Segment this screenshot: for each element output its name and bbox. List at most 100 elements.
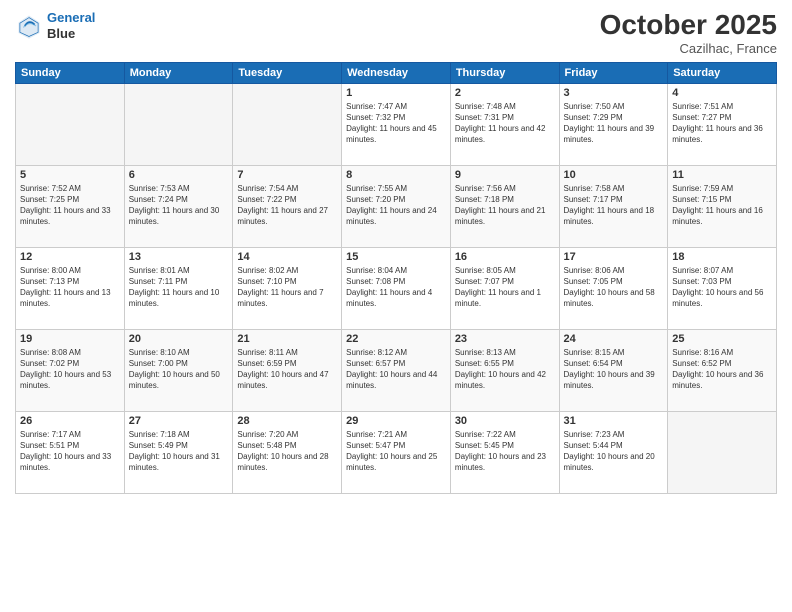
day-info: Sunrise: 7:54 AM Sunset: 7:22 PM Dayligh… <box>237 183 337 228</box>
day-info: Sunrise: 7:18 AM Sunset: 5:49 PM Dayligh… <box>129 429 229 474</box>
day-info: Sunrise: 7:20 AM Sunset: 5:48 PM Dayligh… <box>237 429 337 474</box>
day-number: 7 <box>237 169 337 181</box>
day-info: Sunrise: 7:53 AM Sunset: 7:24 PM Dayligh… <box>129 183 229 228</box>
day-info: Sunrise: 7:21 AM Sunset: 5:47 PM Dayligh… <box>346 429 446 474</box>
day-info: Sunrise: 8:06 AM Sunset: 7:05 PM Dayligh… <box>564 265 664 310</box>
day-number: 2 <box>455 87 555 99</box>
day-info: Sunrise: 7:22 AM Sunset: 5:45 PM Dayligh… <box>455 429 555 474</box>
day-number: 26 <box>20 415 120 427</box>
day-number: 11 <box>672 169 772 181</box>
week-row-4: 19 Sunrise: 8:08 AM Sunset: 7:02 PM Dayli… <box>16 329 777 411</box>
day-header-monday: Monday <box>124 62 233 83</box>
day-info: Sunrise: 8:02 AM Sunset: 7:10 PM Dayligh… <box>237 265 337 310</box>
calendar-cell: 8 Sunrise: 7:55 AM Sunset: 7:20 PM Daylig… <box>342 165 451 247</box>
day-number: 8 <box>346 169 446 181</box>
day-header-sunday: Sunday <box>16 62 125 83</box>
calendar-cell: 26Sunrise: 7:17 AM Sunset: 5:51 PM Dayli… <box>16 411 125 493</box>
day-number: 14 <box>237 251 337 263</box>
calendar-cell <box>668 411 777 493</box>
calendar-cell: 22 Sunrise: 8:12 AM Sunset: 6:57 PM Dayli… <box>342 329 451 411</box>
day-number: 30 <box>455 415 555 427</box>
day-header-thursday: Thursday <box>450 62 559 83</box>
title-block: October 2025 Cazilhac, France <box>600 10 777 56</box>
day-header-wednesday: Wednesday <box>342 62 451 83</box>
calendar-cell: 23 Sunrise: 8:13 AM Sunset: 6:55 PM Dayli… <box>450 329 559 411</box>
day-info: Sunrise: 8:11 AM Sunset: 6:59 PM Dayligh… <box>237 347 337 392</box>
day-number: 16 <box>455 251 555 263</box>
header: General Blue October 2025 Cazilhac, Fran… <box>15 10 777 56</box>
calendar-cell: 1 Sunrise: 7:47 AM Sunset: 7:32 PM Daylig… <box>342 83 451 165</box>
page: General Blue October 2025 Cazilhac, Fran… <box>0 0 792 612</box>
day-info: Sunrise: 7:56 AM Sunset: 7:18 PM Dayligh… <box>455 183 555 228</box>
day-number: 1 <box>346 87 446 99</box>
day-number: 15 <box>346 251 446 263</box>
day-number: 9 <box>455 169 555 181</box>
day-info: Sunrise: 7:52 AM Sunset: 7:25 PM Dayligh… <box>20 183 120 228</box>
calendar-cell: 14 Sunrise: 8:02 AM Sunset: 7:10 PM Dayli… <box>233 247 342 329</box>
day-number: 23 <box>455 333 555 345</box>
day-number: 4 <box>672 87 772 99</box>
day-info: Sunrise: 8:16 AM Sunset: 6:52 PM Dayligh… <box>672 347 772 392</box>
day-header-tuesday: Tuesday <box>233 62 342 83</box>
day-info: Sunrise: 8:04 AM Sunset: 7:08 PM Dayligh… <box>346 265 446 310</box>
day-number: 6 <box>129 169 229 181</box>
day-number: 17 <box>564 251 664 263</box>
day-number: 25 <box>672 333 772 345</box>
logo-icon <box>15 12 43 40</box>
day-info: Sunrise: 8:15 AM Sunset: 6:54 PM Dayligh… <box>564 347 664 392</box>
calendar-cell: 30 Sunrise: 7:22 AM Sunset: 5:45 PM Dayli… <box>450 411 559 493</box>
calendar-cell: 18Sunrise: 8:07 AM Sunset: 7:03 PM Dayli… <box>668 247 777 329</box>
day-number: 5 <box>20 169 120 181</box>
calendar-cell: 19 Sunrise: 8:08 AM Sunset: 7:02 PM Dayli… <box>16 329 125 411</box>
week-row-2: 5 Sunrise: 7:52 AM Sunset: 7:25 PM Daylig… <box>16 165 777 247</box>
calendar-cell: 7 Sunrise: 7:54 AM Sunset: 7:22 PM Daylig… <box>233 165 342 247</box>
week-row-1: 1 Sunrise: 7:47 AM Sunset: 7:32 PM Daylig… <box>16 83 777 165</box>
location: Cazilhac, France <box>600 41 777 56</box>
week-row-5: 26Sunrise: 7:17 AM Sunset: 5:51 PM Dayli… <box>16 411 777 493</box>
day-info: Sunrise: 7:51 AM Sunset: 7:27 PM Dayligh… <box>672 101 772 146</box>
day-number: 29 <box>346 415 446 427</box>
day-number: 12 <box>20 251 120 263</box>
logo-line1: General <box>47 10 95 25</box>
calendar-body: 1 Sunrise: 7:47 AM Sunset: 7:32 PM Daylig… <box>16 83 777 493</box>
day-info: Sunrise: 8:05 AM Sunset: 7:07 PM Dayligh… <box>455 265 555 310</box>
day-number: 20 <box>129 333 229 345</box>
day-number: 13 <box>129 251 229 263</box>
calendar-cell: 3Sunrise: 7:50 AM Sunset: 7:29 PM Daylig… <box>559 83 668 165</box>
calendar-cell: 10Sunrise: 7:58 AM Sunset: 7:17 PM Dayli… <box>559 165 668 247</box>
calendar-cell: 28 Sunrise: 7:20 AM Sunset: 5:48 PM Dayli… <box>233 411 342 493</box>
calendar-cell <box>233 83 342 165</box>
calendar-cell: 5 Sunrise: 7:52 AM Sunset: 7:25 PM Daylig… <box>16 165 125 247</box>
logo-text: General Blue <box>47 10 95 41</box>
calendar-cell: 9 Sunrise: 7:56 AM Sunset: 7:18 PM Daylig… <box>450 165 559 247</box>
day-info: Sunrise: 7:59 AM Sunset: 7:15 PM Dayligh… <box>672 183 772 228</box>
day-number: 28 <box>237 415 337 427</box>
day-info: Sunrise: 8:08 AM Sunset: 7:02 PM Dayligh… <box>20 347 120 392</box>
calendar-cell: 29 Sunrise: 7:21 AM Sunset: 5:47 PM Dayli… <box>342 411 451 493</box>
calendar-cell: 24Sunrise: 8:15 AM Sunset: 6:54 PM Dayli… <box>559 329 668 411</box>
day-info: Sunrise: 7:55 AM Sunset: 7:20 PM Dayligh… <box>346 183 446 228</box>
day-info: Sunrise: 8:12 AM Sunset: 6:57 PM Dayligh… <box>346 347 446 392</box>
day-number: 10 <box>564 169 664 181</box>
calendar-cell: 2 Sunrise: 7:48 AM Sunset: 7:31 PM Daylig… <box>450 83 559 165</box>
day-number: 22 <box>346 333 446 345</box>
calendar-cell: 13 Sunrise: 8:01 AM Sunset: 7:11 PM Dayli… <box>124 247 233 329</box>
logo-line2: Blue <box>47 26 95 42</box>
day-number: 31 <box>564 415 664 427</box>
day-info: Sunrise: 7:48 AM Sunset: 7:31 PM Dayligh… <box>455 101 555 146</box>
month-title: October 2025 <box>600 10 777 41</box>
day-number: 3 <box>564 87 664 99</box>
day-info: Sunrise: 8:01 AM Sunset: 7:11 PM Dayligh… <box>129 265 229 310</box>
calendar-cell: 20Sunrise: 8:10 AM Sunset: 7:00 PM Dayli… <box>124 329 233 411</box>
day-header-saturday: Saturday <box>668 62 777 83</box>
calendar-cell: 11 Sunrise: 7:59 AM Sunset: 7:15 PM Dayli… <box>668 165 777 247</box>
calendar-cell: 4 Sunrise: 7:51 AM Sunset: 7:27 PM Daylig… <box>668 83 777 165</box>
calendar-cell: 27Sunrise: 7:18 AM Sunset: 5:49 PM Dayli… <box>124 411 233 493</box>
calendar-cell: 31Sunrise: 7:23 AM Sunset: 5:44 PM Dayli… <box>559 411 668 493</box>
day-number: 18 <box>672 251 772 263</box>
day-info: Sunrise: 8:00 AM Sunset: 7:13 PM Dayligh… <box>20 265 120 310</box>
day-info: Sunrise: 7:47 AM Sunset: 7:32 PM Dayligh… <box>346 101 446 146</box>
day-info: Sunrise: 8:13 AM Sunset: 6:55 PM Dayligh… <box>455 347 555 392</box>
calendar: SundayMondayTuesdayWednesdayThursdayFrid… <box>15 62 777 494</box>
day-number: 19 <box>20 333 120 345</box>
